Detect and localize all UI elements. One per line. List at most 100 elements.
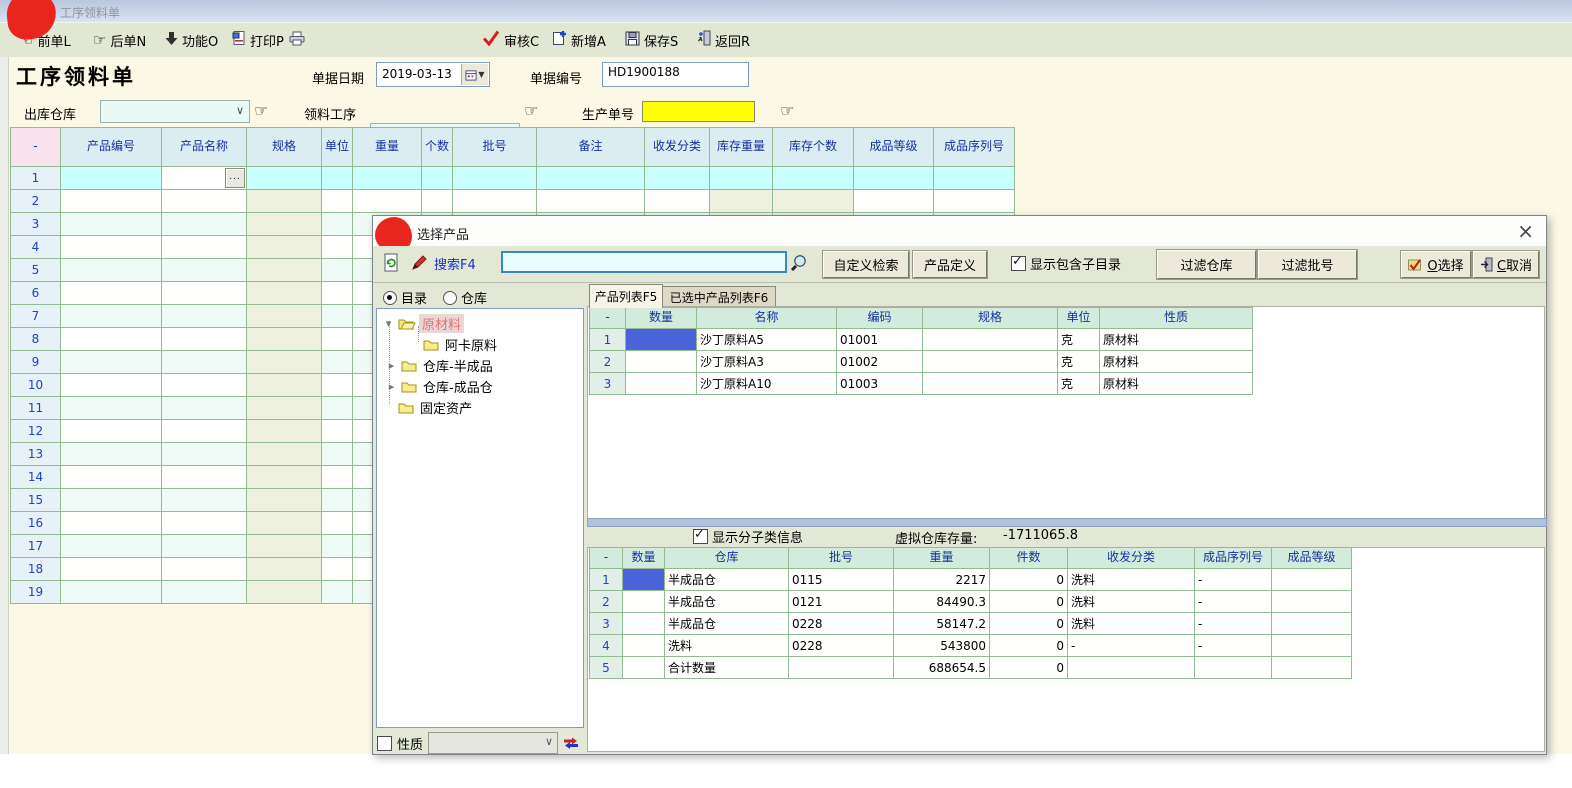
tree-item-label[interactable]: 固定资产: [417, 398, 475, 417]
horizontal-splitter[interactable]: [587, 518, 1547, 527]
grid-cell[interactable]: 沙丁原料A5: [697, 329, 837, 351]
grid-cell[interactable]: 原材料: [1100, 373, 1253, 395]
grid-cell[interactable]: 0: [990, 657, 1068, 679]
grid-cell[interactable]: [854, 167, 934, 190]
grid-cell[interactable]: [322, 351, 353, 374]
row-number[interactable]: 2: [590, 591, 623, 613]
grid-cell[interactable]: [322, 558, 353, 581]
grid-cell[interactable]: 洗料: [1068, 591, 1195, 613]
grid-cell[interactable]: [623, 569, 665, 591]
grid-cell[interactable]: ...: [162, 167, 247, 190]
row-number[interactable]: 16: [11, 512, 61, 535]
grid-cell[interactable]: [247, 558, 322, 581]
grid-cell[interactable]: 01002: [837, 351, 923, 373]
grid-cell[interactable]: 0: [990, 635, 1068, 657]
nature-checkbox[interactable]: [377, 736, 392, 751]
grid-cell[interactable]: [61, 374, 162, 397]
grid-cell[interactable]: [247, 236, 322, 259]
print-button[interactable]: 打印P: [232, 28, 284, 52]
tree-item-aka-materials[interactable]: 阿卡原料: [377, 334, 500, 354]
add-button[interactable]: 新增A: [552, 28, 606, 52]
grid-cell[interactable]: 0: [990, 569, 1068, 591]
grid-cell[interactable]: [162, 581, 247, 604]
grid-cell[interactable]: [247, 213, 322, 236]
grid-cell[interactable]: [162, 374, 247, 397]
grid-cell[interactable]: [322, 512, 353, 535]
grid-cell[interactable]: [710, 167, 773, 190]
grid-cell[interactable]: [322, 535, 353, 558]
row-number[interactable]: 12: [11, 420, 61, 443]
cell-editor-button[interactable]: ...: [225, 168, 245, 188]
grid-cell[interactable]: [162, 443, 247, 466]
grid-cell[interactable]: [247, 581, 322, 604]
grid-cell[interactable]: [162, 397, 247, 420]
grid-cell[interactable]: [934, 190, 1015, 213]
row-number[interactable]: 6: [11, 282, 61, 305]
grid-cell[interactable]: 0228: [789, 613, 894, 635]
select-button[interactable]: O选择: [1401, 251, 1471, 278]
show-subdir-checkbox[interactable]: 显示包含子目录: [1011, 254, 1121, 273]
row-number[interactable]: 19: [11, 581, 61, 604]
grid-cell[interactable]: 洗料: [1068, 613, 1195, 635]
audit-button[interactable]: 审核C: [482, 28, 539, 52]
grid-cell[interactable]: [162, 558, 247, 581]
grid-cell[interactable]: [923, 329, 1058, 351]
row-number[interactable]: 5: [11, 259, 61, 282]
row-number[interactable]: 3: [590, 373, 626, 395]
row-number[interactable]: 15: [11, 489, 61, 512]
grid-cell[interactable]: [623, 591, 665, 613]
row-number[interactable]: 14: [11, 466, 61, 489]
grid-cell[interactable]: [162, 305, 247, 328]
grid-cell[interactable]: [353, 190, 422, 213]
grid-cell[interactable]: [626, 373, 697, 395]
grid-cell[interactable]: 洗料: [665, 635, 789, 657]
grid-cell[interactable]: [322, 581, 353, 604]
grid-cell[interactable]: [1272, 613, 1352, 635]
grid-cell[interactable]: [247, 305, 322, 328]
tree-item-label[interactable]: 仓库-成品仓: [420, 377, 496, 396]
grid-cell[interactable]: [61, 236, 162, 259]
filter-warehouse-button[interactable]: 过滤仓库: [1157, 250, 1256, 279]
grid-cell[interactable]: [789, 657, 894, 679]
grid-cell[interactable]: [247, 512, 322, 535]
grid-cell[interactable]: [61, 351, 162, 374]
grid-cell[interactable]: 克: [1058, 329, 1100, 351]
grid-cell[interactable]: 58147.2: [894, 613, 990, 635]
stock-grid[interactable]: -数量仓库批号重量件数收发分类成品序列号成品等级1半成品仓011522170洗料…: [589, 547, 1352, 679]
row-number[interactable]: 11: [11, 397, 61, 420]
grid-cell[interactable]: [1272, 591, 1352, 613]
grid-cell[interactable]: 01003: [837, 373, 923, 395]
grid-cell[interactable]: 合计数量: [665, 657, 789, 679]
row-number[interactable]: 5: [590, 657, 623, 679]
grid-cell[interactable]: [247, 282, 322, 305]
grid-cell[interactable]: [61, 512, 162, 535]
expand-icon[interactable]: ▸: [385, 380, 398, 393]
functions-button[interactable]: 功能O: [165, 28, 218, 52]
collapse-icon[interactable]: ▾: [382, 317, 395, 330]
grid-cell[interactable]: [322, 420, 353, 443]
grid-cell[interactable]: [61, 420, 162, 443]
grid-cell[interactable]: [247, 259, 322, 282]
grid-cell[interactable]: [1195, 657, 1272, 679]
next-doc-button[interactable]: ☞ 后单N: [93, 28, 146, 52]
grid-cell[interactable]: [322, 374, 353, 397]
row-number[interactable]: 3: [590, 613, 623, 635]
tree-item-finished-goods[interactable]: ▸ 仓库-成品仓: [377, 376, 496, 396]
grid-cell[interactable]: [453, 167, 537, 190]
grid-cell[interactable]: [247, 190, 322, 213]
grid-cell[interactable]: [61, 282, 162, 305]
radio-warehouse[interactable]: 仓库: [443, 288, 487, 307]
grid-cell[interactable]: 0: [990, 613, 1068, 635]
row-number[interactable]: 7: [11, 305, 61, 328]
grid-cell[interactable]: -: [1195, 613, 1272, 635]
grid-cell[interactable]: [162, 512, 247, 535]
grid-cell[interactable]: [923, 373, 1058, 395]
grid-cell[interactable]: [247, 535, 322, 558]
grid-cell[interactable]: [322, 466, 353, 489]
search-label[interactable]: 搜索F4: [434, 254, 476, 273]
grid-cell[interactable]: [623, 635, 665, 657]
grid-cell[interactable]: [322, 489, 353, 512]
grid-cell[interactable]: [322, 167, 353, 190]
grid-cell[interactable]: 0: [990, 591, 1068, 613]
row-number[interactable]: 3: [11, 213, 61, 236]
